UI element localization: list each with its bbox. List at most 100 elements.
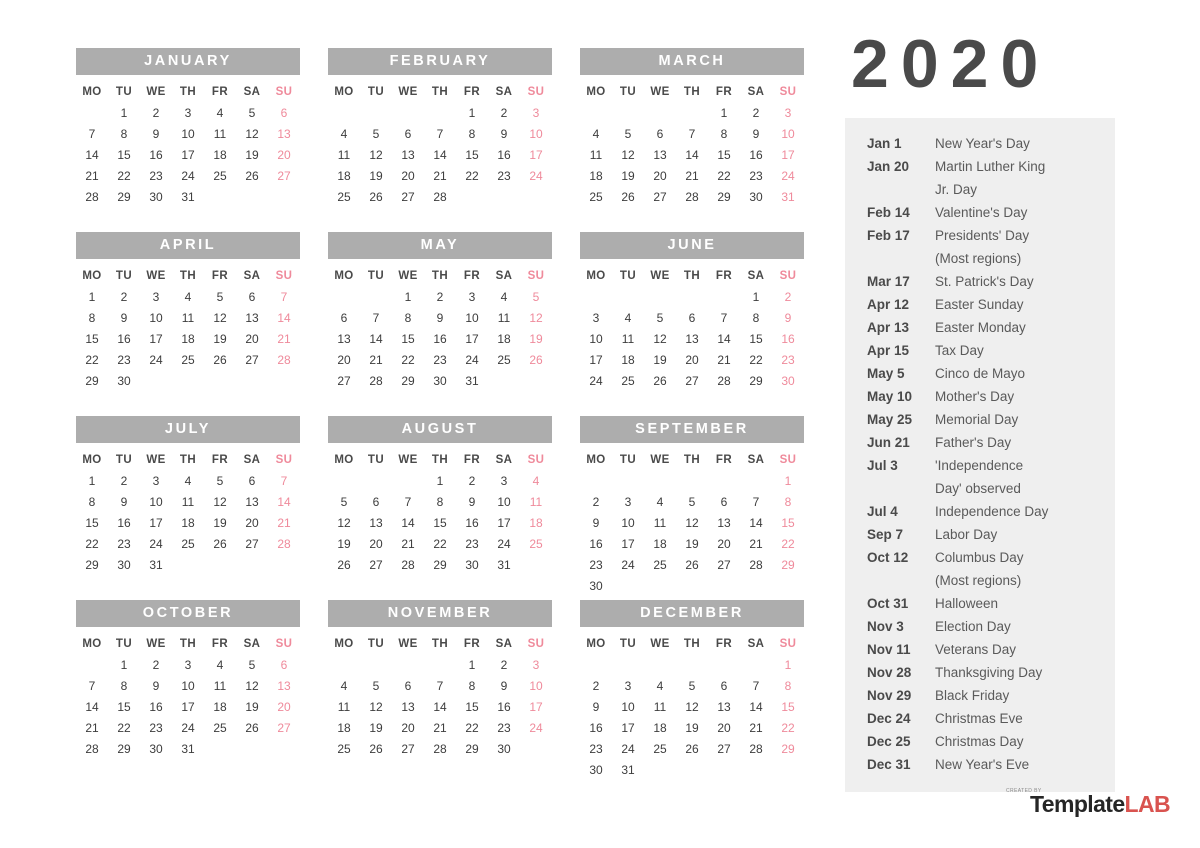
day-cell[interactable]: 2 [424,287,456,308]
day-cell[interactable]: 2 [580,676,612,697]
day-cell[interactable]: 18 [172,513,204,534]
day-cell[interactable]: 9 [140,124,172,145]
day-cell[interactable]: 10 [580,329,612,350]
day-cell[interactable]: 10 [520,676,552,697]
day-cell[interactable]: 14 [676,145,708,166]
day-cell[interactable]: 7 [360,308,392,329]
day-cell[interactable]: 24 [772,166,804,187]
day-cell[interactable]: 4 [328,124,360,145]
day-cell[interactable]: 25 [204,166,236,187]
day-cell[interactable]: 17 [612,534,644,555]
day-cell[interactable]: 9 [140,676,172,697]
day-cell[interactable]: 2 [772,287,804,308]
day-cell[interactable]: 11 [488,308,520,329]
day-cell[interactable]: 2 [140,655,172,676]
day-cell[interactable]: 6 [708,676,740,697]
day-cell[interactable]: 1 [708,103,740,124]
day-cell[interactable]: 16 [456,513,488,534]
day-cell[interactable]: 1 [76,471,108,492]
day-cell[interactable]: 11 [204,124,236,145]
day-cell[interactable]: 28 [392,555,424,576]
day-cell[interactable]: 30 [580,576,612,597]
day-cell[interactable]: 28 [708,371,740,392]
day-cell[interactable]: 14 [76,145,108,166]
day-cell[interactable]: 27 [392,187,424,208]
day-cell[interactable]: 14 [424,145,456,166]
day-cell[interactable]: 7 [740,492,772,513]
day-cell[interactable]: 21 [268,329,300,350]
day-cell[interactable]: 26 [644,371,676,392]
day-cell[interactable]: 23 [580,555,612,576]
day-cell[interactable]: 16 [140,697,172,718]
day-cell[interactable]: 25 [328,739,360,760]
day-cell[interactable]: 6 [392,124,424,145]
day-cell[interactable]: 6 [392,676,424,697]
day-cell[interactable]: 9 [488,124,520,145]
day-cell[interactable]: 5 [328,492,360,513]
day-cell[interactable]: 19 [360,718,392,739]
day-cell[interactable]: 15 [392,329,424,350]
day-cell[interactable]: 8 [740,308,772,329]
day-cell[interactable]: 7 [740,676,772,697]
day-cell[interactable]: 25 [328,187,360,208]
day-cell[interactable]: 28 [76,187,108,208]
day-cell[interactable]: 11 [644,513,676,534]
day-cell[interactable]: 3 [140,471,172,492]
day-cell[interactable]: 6 [708,492,740,513]
holiday-row[interactable]: Dec 31 New Year's Eve [845,753,1115,776]
holiday-row[interactable]: Feb 14 Valentine's Day [845,201,1115,224]
day-cell[interactable]: 3 [520,655,552,676]
day-cell[interactable]: 25 [580,187,612,208]
day-cell[interactable]: 21 [740,718,772,739]
day-cell[interactable]: 25 [172,350,204,371]
day-cell[interactable]: 5 [644,308,676,329]
day-cell[interactable]: 5 [612,124,644,145]
day-cell[interactable]: 12 [676,513,708,534]
day-cell[interactable]: 20 [392,718,424,739]
day-cell[interactable]: 29 [708,187,740,208]
day-cell[interactable]: 23 [140,718,172,739]
day-cell[interactable]: 25 [520,534,552,555]
day-cell[interactable]: 6 [236,471,268,492]
day-cell[interactable]: 4 [644,676,676,697]
day-cell[interactable]: 19 [644,350,676,371]
day-cell[interactable]: 20 [268,697,300,718]
day-cell[interactable]: 2 [488,655,520,676]
day-cell[interactable]: 24 [612,739,644,760]
day-cell[interactable]: 17 [140,513,172,534]
day-cell[interactable]: 21 [268,513,300,534]
day-cell[interactable]: 16 [580,534,612,555]
day-cell[interactable]: 28 [424,187,456,208]
day-cell[interactable]: 31 [772,187,804,208]
day-cell[interactable]: 17 [612,718,644,739]
day-cell[interactable]: 18 [520,513,552,534]
day-cell[interactable]: 31 [172,739,204,760]
day-cell[interactable]: 8 [772,676,804,697]
day-cell[interactable]: 4 [580,124,612,145]
day-cell[interactable]: 5 [676,676,708,697]
day-cell[interactable]: 9 [772,308,804,329]
day-cell[interactable]: 20 [328,350,360,371]
day-cell[interactable]: 1 [392,287,424,308]
day-cell[interactable]: 25 [488,350,520,371]
day-cell[interactable]: 11 [204,676,236,697]
day-cell[interactable]: 30 [580,760,612,781]
day-cell[interactable]: 6 [236,287,268,308]
holiday-row[interactable]: Jul 3 'Independence [845,454,1115,477]
day-cell[interactable]: 23 [772,350,804,371]
day-cell[interactable]: 22 [456,718,488,739]
day-cell[interactable]: 27 [708,555,740,576]
day-cell[interactable]: 27 [644,187,676,208]
day-cell[interactable]: 20 [268,145,300,166]
day-cell[interactable]: 18 [580,166,612,187]
day-cell[interactable]: 18 [328,166,360,187]
day-cell[interactable]: 4 [172,287,204,308]
day-cell[interactable]: 12 [204,492,236,513]
day-cell[interactable]: 4 [328,676,360,697]
day-cell[interactable]: 7 [424,124,456,145]
day-cell[interactable]: 29 [392,371,424,392]
day-cell[interactable]: 1 [424,471,456,492]
day-cell[interactable]: 1 [108,103,140,124]
day-cell[interactable]: 15 [108,145,140,166]
day-cell[interactable]: 8 [456,124,488,145]
